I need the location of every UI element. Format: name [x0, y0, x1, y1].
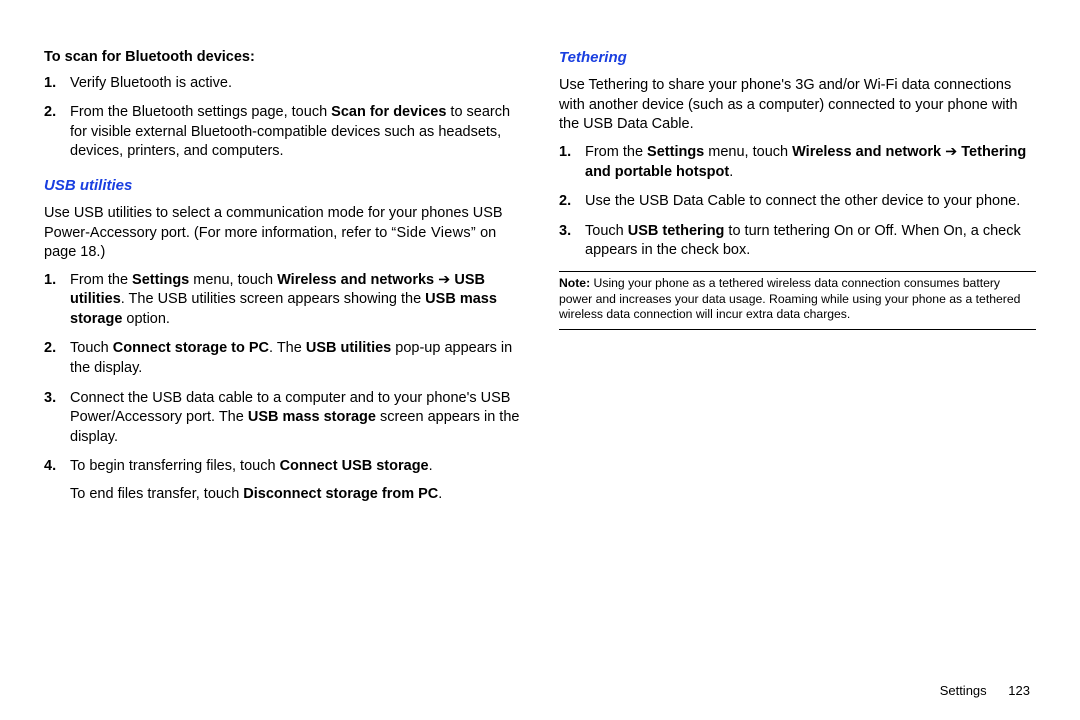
- usb-utilities-heading: USB utilities: [44, 176, 521, 196]
- note-body: Using your phone as a tethered wireless …: [559, 276, 1020, 322]
- ui-label: USB utilities: [306, 340, 391, 356]
- cross-ref: “Side Views”: [391, 225, 476, 241]
- usb-intro: Use USB utilities to select a communicat…: [44, 204, 521, 263]
- usb-list: 1.From the Settings menu, touch Wireless…: [44, 271, 521, 505]
- list-item: 2.Use the USB Data Cable to connect the …: [585, 192, 1036, 212]
- body-text: .: [438, 486, 442, 502]
- list-item: 1.Verify Bluetooth is active.: [70, 74, 521, 94]
- body-text: .: [729, 164, 733, 180]
- list-item: 4.To begin transferring files, touch Con…: [70, 457, 521, 504]
- body-text: Verify Bluetooth is active.: [70, 75, 232, 91]
- note-label: Note:: [559, 276, 590, 290]
- body-text: From the: [585, 144, 647, 160]
- list-item: 3.Connect the USB data cable to a comput…: [70, 389, 521, 448]
- ui-label: Settings: [647, 144, 704, 160]
- ui-label: Wireless and network: [792, 144, 941, 160]
- arrow-icon: ➔: [434, 272, 454, 288]
- body-text: From the: [70, 272, 132, 288]
- body-text: .: [429, 458, 433, 474]
- continuation-line: To end files transfer, touch Disconnect …: [70, 485, 521, 505]
- body-text: From the Bluetooth settings page, touch: [70, 104, 331, 120]
- body-text: Use the USB Data Cable to connect the ot…: [585, 193, 1020, 209]
- ui-label: USB mass storage: [248, 409, 376, 425]
- right-column: Tethering Use Tethering to share your ph…: [559, 48, 1036, 686]
- scan-heading: To scan for Bluetooth devices:: [44, 48, 521, 68]
- list-item: 3.Touch USB tethering to turn tethering …: [585, 222, 1036, 261]
- body-text: menu, touch: [189, 272, 277, 288]
- note-block: Note: Using your phone as a tethered wir…: [559, 271, 1036, 331]
- body-text: . The: [269, 340, 306, 356]
- ui-label: Scan for devices: [331, 104, 446, 120]
- tethering-heading: Tethering: [559, 48, 1036, 68]
- body-text: To end files transfer, touch: [70, 486, 243, 502]
- list-item: 1.From the Settings menu, touch Wireless…: [70, 271, 521, 330]
- body-text: . The USB utilities screen appears showi…: [121, 291, 425, 307]
- ui-label: Wireless and networks: [277, 272, 434, 288]
- scan-list: 1.Verify Bluetooth is active. 2.From the…: [44, 74, 521, 162]
- footer-section: Settings: [940, 683, 987, 698]
- footer-page-number: 123: [1008, 683, 1030, 698]
- body-text: menu, touch: [704, 144, 792, 160]
- body-text: Touch: [70, 340, 113, 356]
- left-column: To scan for Bluetooth devices: 1.Verify …: [44, 48, 521, 686]
- arrow-icon: ➔: [941, 144, 961, 160]
- body-text: option.: [122, 311, 170, 327]
- body-text: Touch: [585, 223, 628, 239]
- page-footer: Settings 123: [940, 682, 1030, 700]
- ui-label: Settings: [132, 272, 189, 288]
- list-item: 2.From the Bluetooth settings page, touc…: [70, 103, 521, 162]
- list-item: 1.From the Settings menu, touch Wireless…: [585, 143, 1036, 182]
- ui-label: Connect USB storage: [280, 458, 429, 474]
- ui-label: Connect storage to PC: [113, 340, 269, 356]
- list-item: 2.Touch Connect storage to PC. The USB u…: [70, 339, 521, 378]
- ui-label: Disconnect storage from PC: [243, 486, 438, 502]
- tethering-list: 1.From the Settings menu, touch Wireless…: [559, 143, 1036, 261]
- body-text: To begin transferring files, touch: [70, 458, 280, 474]
- ui-label: USB tethering: [628, 223, 725, 239]
- tethering-intro: Use Tethering to share your phone's 3G a…: [559, 76, 1036, 135]
